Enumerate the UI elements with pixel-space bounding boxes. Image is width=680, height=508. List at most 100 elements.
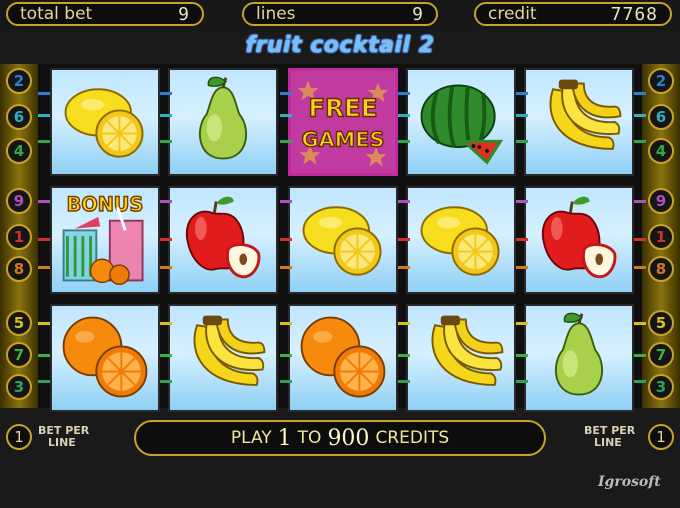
left-line-badge-4: 4	[6, 138, 32, 164]
right-line-badge-6: 6	[648, 104, 674, 130]
payline-marker	[398, 238, 410, 241]
apple-icon	[541, 196, 617, 279]
orange-icon	[62, 316, 148, 398]
game-title: fruit cocktail 2	[245, 33, 435, 58]
reel-5-row-3-pear-symbol	[524, 304, 634, 412]
lines-label: lines	[256, 4, 296, 24]
bet-per-line-left-label: BET PER LINE	[38, 425, 98, 449]
bet-per-line-left-label-2: LINE	[48, 436, 76, 449]
bet-per-line-left-button[interactable]: 1	[6, 424, 32, 450]
payline-marker	[38, 92, 50, 95]
right-line-badge-9: 9	[648, 188, 674, 214]
reel-3-row-2-lemon-symbol	[288, 186, 398, 294]
watermelon-icon	[420, 84, 504, 165]
right-line-badge-2: 2	[648, 68, 674, 94]
payline-marker	[516, 140, 528, 143]
right-line-badge-1: 1	[648, 224, 674, 250]
total-bet-value: 9	[178, 3, 190, 25]
right-line-badge-4: 4	[648, 138, 674, 164]
payline-marker	[398, 380, 410, 383]
reel-4-row-1-watermelon-symbol	[406, 68, 516, 176]
payline-marker	[280, 266, 292, 269]
lines-display: lines 9	[242, 2, 438, 26]
payline-marker	[398, 266, 410, 269]
payline-marker	[280, 238, 292, 241]
payline-marker	[634, 354, 646, 357]
payline-marker	[160, 92, 172, 95]
banana-icon	[193, 315, 266, 386]
svg-text:FREE: FREE	[308, 93, 377, 122]
pear-icon	[198, 76, 248, 160]
banana-icon	[549, 79, 622, 150]
payline-marker	[280, 354, 292, 357]
payline-marker	[160, 354, 172, 357]
payline-marker	[634, 322, 646, 325]
payline-marker	[634, 114, 646, 117]
payline-marker	[516, 92, 528, 95]
payline-marker	[160, 322, 172, 325]
play-prefix: PLAY	[230, 428, 272, 448]
left-line-badge-1: 1	[6, 224, 32, 250]
free-games-icon: FREE GAMES	[291, 71, 395, 173]
apple-icon	[185, 196, 261, 279]
reel-2-row-1-pear-symbol	[168, 68, 278, 176]
left-line-badge-5: 5	[6, 310, 32, 336]
payline-marker	[280, 322, 292, 325]
payline-marker	[160, 114, 172, 117]
payline-marker	[634, 238, 646, 241]
payline-marker	[280, 380, 292, 383]
payline-marker	[516, 114, 528, 117]
payline-marker	[38, 322, 50, 325]
payline-marker	[634, 200, 646, 203]
reel-1-row-3-orange-symbol	[50, 304, 160, 412]
payline-marker	[38, 200, 50, 203]
payline-marker	[516, 380, 528, 383]
banana-icon	[431, 315, 504, 386]
right-line-badge-5: 5	[648, 310, 674, 336]
lemon-icon	[64, 88, 144, 158]
payline-marker	[38, 266, 50, 269]
play-suffix: CREDITS	[375, 428, 450, 448]
payline-marker	[160, 380, 172, 383]
left-line-badge-7: 7	[6, 342, 32, 368]
payline-marker	[280, 92, 292, 95]
payline-marker	[516, 238, 528, 241]
play-range-display: PLAY 1 TO 900 CREDITS	[134, 420, 546, 456]
payline-marker	[160, 266, 172, 269]
play-to: TO	[297, 428, 322, 448]
payline-marker	[516, 354, 528, 357]
total-bet-display: total bet 9	[6, 2, 204, 26]
payline-marker	[160, 200, 172, 203]
bet-per-line-right-label: BET PER LINE	[584, 425, 644, 449]
payline-marker	[280, 200, 292, 203]
left-line-badge-8: 8	[6, 256, 32, 282]
payline-marker	[398, 354, 410, 357]
reel-3-row-1-free-games-symbol: FREE GAMES	[288, 68, 398, 176]
left-line-badge-3: 3	[6, 374, 32, 400]
payline-marker	[634, 140, 646, 143]
left-line-badge-9: 9	[6, 188, 32, 214]
reel-3-row-3-orange-symbol	[288, 304, 398, 412]
reel-2-row-2-apple-symbol	[168, 186, 278, 294]
payline-marker	[398, 114, 410, 117]
reel-1-row-1-lemon-symbol	[50, 68, 160, 176]
bet-per-line-right-value: 1	[656, 428, 666, 446]
payline-marker	[160, 140, 172, 143]
payline-marker	[38, 238, 50, 241]
reel-5-row-2-apple-symbol	[524, 186, 634, 294]
left-line-badge-6: 6	[6, 104, 32, 130]
payline-marker	[38, 354, 50, 357]
payline-marker	[160, 238, 172, 241]
total-bet-label: total bet	[20, 4, 93, 24]
bet-per-line-right-button[interactable]: 1	[648, 424, 674, 450]
payline-marker	[38, 380, 50, 383]
reel-5-row-1-banana-symbol	[524, 68, 634, 176]
payline-marker	[280, 140, 292, 143]
svg-text:BONUS: BONUS	[67, 193, 144, 216]
payline-marker	[398, 92, 410, 95]
payline-marker	[516, 200, 528, 203]
reel-1-row-2-bonus-symbol: BONUS	[50, 186, 160, 294]
play-max: 900	[327, 425, 370, 451]
payline-marker	[634, 266, 646, 269]
payline-marker	[398, 200, 410, 203]
